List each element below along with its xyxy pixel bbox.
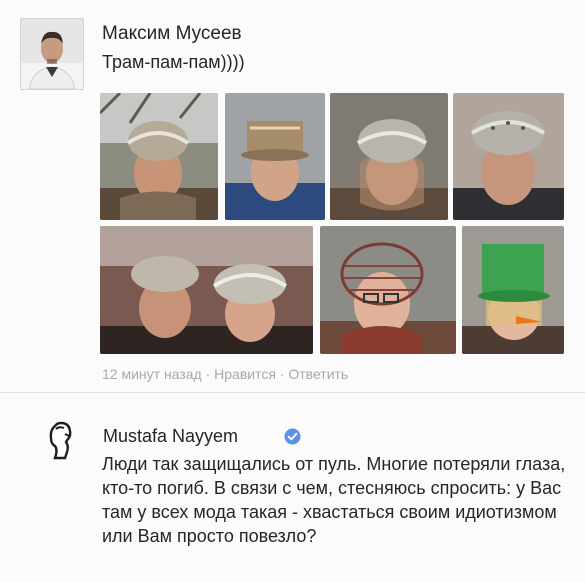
reply-text: Люди так защищались от пуль. Многие поте…: [102, 454, 566, 546]
reply-link[interactable]: Ответить: [288, 366, 348, 382]
post-photo[interactable]: [320, 226, 456, 354]
post-text: Трам-пам-пам)))): [102, 52, 245, 72]
meta-separator: ·: [201, 366, 215, 382]
profile-silhouette-icon[interactable]: [45, 420, 75, 460]
post-author-name[interactable]: Максим Мусеев: [102, 23, 242, 45]
post-time: 12 минут назад: [102, 366, 202, 382]
post-photo[interactable]: [462, 226, 564, 354]
like-link[interactable]: Нравится: [214, 366, 276, 382]
post-photo[interactable]: [225, 93, 325, 220]
post-card: Максим Мусеев Трам-пам-пам)))) 12 минут …: [0, 0, 585, 392]
post-photo[interactable]: [100, 226, 313, 354]
post-photo[interactable]: [100, 93, 218, 220]
reply-author-name[interactable]: Mustafa Nayyem: [103, 426, 238, 447]
author-avatar[interactable]: [20, 18, 84, 90]
post-photo[interactable]: [453, 93, 564, 220]
verified-check-icon: [284, 428, 301, 445]
post-meta: 12 минут назад · Нравится · Ответить: [102, 366, 348, 382]
meta-separator: ·: [275, 366, 289, 382]
post-photo[interactable]: [330, 93, 448, 220]
